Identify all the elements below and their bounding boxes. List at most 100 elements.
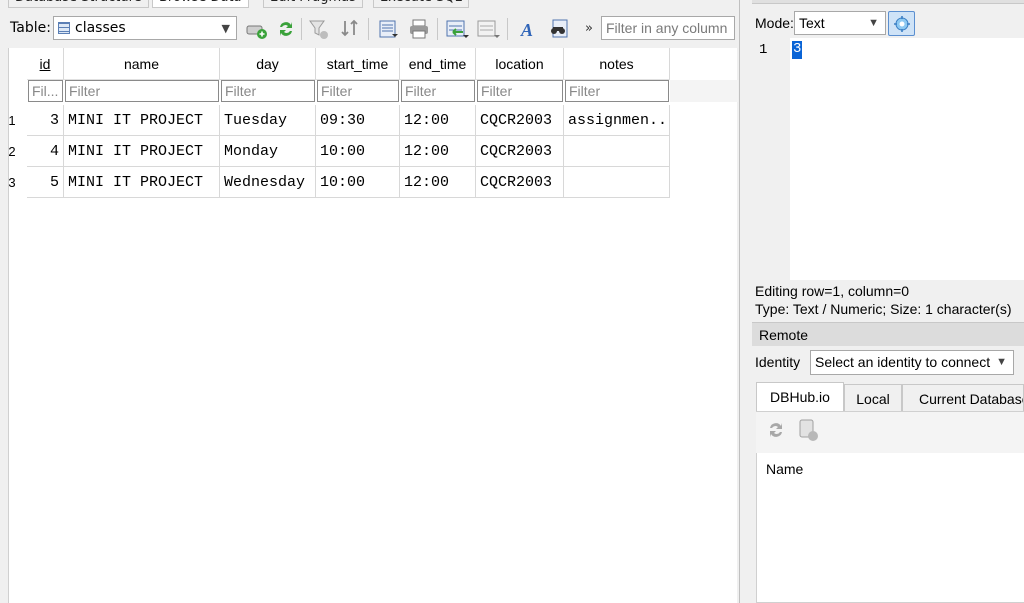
mode-select-value: Text <box>799 15 825 31</box>
sort-button[interactable] <box>338 17 362 41</box>
filter-input-name[interactable]: Filter <box>65 80 219 102</box>
column-header-location[interactable]: location <box>476 48 564 80</box>
column-header-id[interactable]: id <box>27 48 64 80</box>
edit-status: Editing row=1, column=0 Type: Text / Num… <box>755 282 1012 318</box>
column-header-notes[interactable]: notes <box>564 48 670 80</box>
remote-name-column-header: Name <box>766 461 804 477</box>
table-cell-name[interactable]: MINI IT PROJECT <box>64 136 220 167</box>
insert-values-button[interactable] <box>445 17 469 41</box>
delete-values-button[interactable] <box>476 17 500 41</box>
tab-database-structure[interactable]: Database Structure <box>8 0 149 8</box>
table-cell-location[interactable]: CQCR2003 <box>476 167 564 198</box>
table-cell-location[interactable]: CQCR2003 <box>476 136 564 167</box>
toolbar-overflow-chevron[interactable]: » <box>585 21 593 36</box>
tab-edit-pragmas[interactable]: Edit Pragmas <box>263 0 363 8</box>
editor-selected-text[interactable]: 3 <box>792 41 803 59</box>
delete-values-icon <box>477 20 500 38</box>
column-header-end-time[interactable]: end_time <box>400 48 476 80</box>
browse-toolbar: Table: classes ▼ A » Filter in any colum… <box>0 10 740 46</box>
mode-select[interactable]: Text ▼ <box>794 11 886 35</box>
auto-mode-icon <box>893 15 910 32</box>
table-cell-name[interactable]: MINI IT PROJECT <box>64 167 220 198</box>
save-table-button[interactable] <box>376 17 400 41</box>
remote-tabs: DBHub.io Local Current Database <box>752 382 1024 412</box>
tab-execute-sql[interactable]: Execute SQL <box>373 0 469 8</box>
print-button[interactable] <box>407 17 431 41</box>
tab-current-database[interactable]: Current Database <box>902 384 1024 412</box>
editor-gutter <box>752 38 790 280</box>
table-cell-day[interactable]: Wednesday <box>220 167 316 198</box>
filter-row-band <box>670 80 738 102</box>
tab-dbhub[interactable]: DBHub.io <box>756 382 844 412</box>
save-table-icon <box>379 20 398 38</box>
column-header-day[interactable]: day <box>220 48 316 80</box>
table-cell-location[interactable]: CQCR2003 <box>476 105 564 136</box>
filter-input-end-time[interactable]: Filter <box>401 80 475 102</box>
toolbar-separator <box>368 18 369 40</box>
table-cell-start-time[interactable]: 10:00 <box>316 167 400 198</box>
main-tabs: Database Structure Browse Data Edit Prag… <box>0 0 740 8</box>
remote-refresh-icon[interactable] <box>766 420 786 440</box>
column-header-name[interactable]: name <box>64 48 220 80</box>
table-cell-start-time[interactable]: 09:30 <box>316 105 400 136</box>
panel-splitter[interactable] <box>739 0 740 603</box>
toolbar-separator <box>301 18 302 40</box>
table-cell-start-time[interactable]: 10:00 <box>316 136 400 167</box>
edit-type-text: Type: Text / Numeric; Size: 1 character(… <box>755 301 1012 317</box>
remote-db-icon[interactable] <box>797 418 821 442</box>
auto-switch-mode-button[interactable] <box>888 11 915 36</box>
table-cell-name[interactable]: MINI IT PROJECT <box>64 105 220 136</box>
table-cell-id[interactable]: 5 <box>27 167 64 198</box>
clear-filters-button[interactable] <box>307 17 331 41</box>
row-header[interactable]: 1 <box>1 105 23 136</box>
table-icon <box>58 22 70 34</box>
table-cell-day[interactable]: Tuesday <box>220 105 316 136</box>
filter-input-day[interactable]: Filter <box>221 80 315 102</box>
filter-any-column-input[interactable]: Filter in any column <box>601 16 735 40</box>
data-grid: id name day start_time end_time location… <box>8 48 738 603</box>
table-cell-end-time[interactable]: 12:00 <box>400 167 476 198</box>
identity-label: Identity <box>755 354 801 370</box>
table-cell-end-time[interactable]: 12:00 <box>400 136 476 167</box>
filter-input-start-time[interactable]: Filter <box>317 80 399 102</box>
dock-title-bar <box>752 0 1024 4</box>
filter-input-id[interactable]: Fil... <box>28 80 63 102</box>
identity-select-value: Select an identity to connect <box>815 354 991 370</box>
mode-label: Mode: <box>755 15 794 31</box>
filter-input-notes[interactable]: Filter <box>565 80 669 102</box>
svg-text:A: A <box>520 20 533 40</box>
row-header[interactable]: 3 <box>1 167 23 198</box>
identity-select[interactable]: Select an identity to connect ▼ <box>810 350 1014 375</box>
table-label: Table: <box>10 20 51 36</box>
table-cell-end-time[interactable]: 12:00 <box>400 105 476 136</box>
table-cell-id[interactable]: 3 <box>27 105 64 136</box>
font-button[interactable]: A <box>516 17 540 41</box>
table-cell-notes[interactable] <box>564 167 670 198</box>
chevron-down-icon: ▼ <box>868 17 879 29</box>
table-cell-notes[interactable] <box>564 136 670 167</box>
tab-local[interactable]: Local <box>844 384 902 412</box>
find-button[interactable] <box>547 17 571 41</box>
refresh-button[interactable] <box>274 17 298 41</box>
clear-filters-icon <box>309 20 328 39</box>
remote-toolbar <box>756 412 1024 453</box>
filter-input-location[interactable]: Filter <box>477 80 563 102</box>
table-cell-day[interactable]: Monday <box>220 136 316 167</box>
toolbar-separator <box>437 18 438 40</box>
table-select[interactable]: classes ▼ <box>53 16 237 40</box>
refresh-icon <box>280 22 292 36</box>
find-icon <box>551 19 568 38</box>
row-header[interactable]: 2 <box>1 136 23 167</box>
cell-editor[interactable] <box>752 38 1024 280</box>
add-record-button[interactable] <box>245 17 269 41</box>
add-record-icon <box>246 25 267 39</box>
table-cell-notes[interactable]: assignmen... <box>564 105 670 136</box>
column-header-start-time[interactable]: start_time <box>316 48 400 80</box>
editor-line-number: 1 <box>759 42 768 58</box>
remote-panel-title: Remote <box>752 322 1024 346</box>
toolbar-separator <box>507 18 508 40</box>
font-icon: A <box>520 20 533 40</box>
insert-values-icon <box>446 20 469 38</box>
tab-browse-data[interactable]: Browse Data <box>152 0 249 8</box>
table-cell-id[interactable]: 4 <box>27 136 64 167</box>
